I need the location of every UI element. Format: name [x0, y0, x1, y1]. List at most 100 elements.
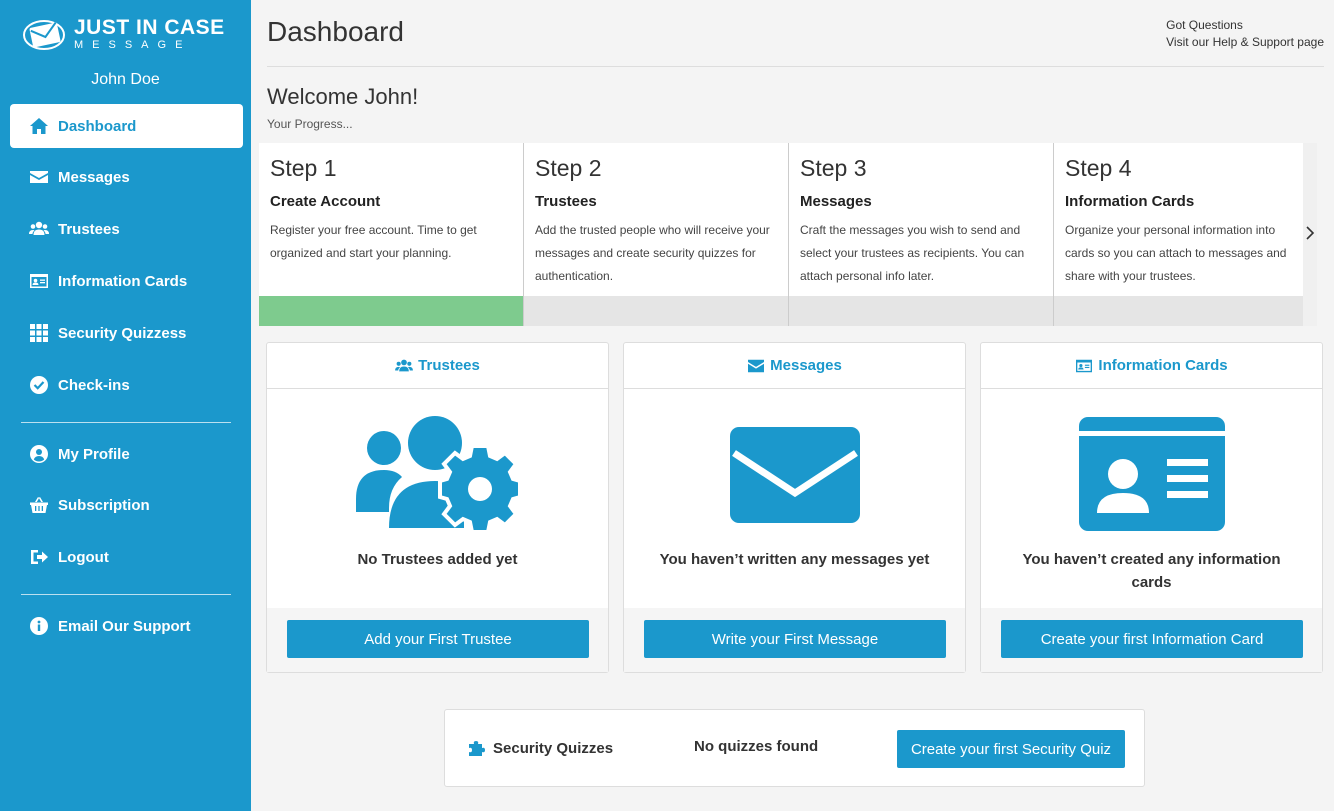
sidebar-item-label: Information Cards	[58, 272, 188, 290]
sidebar-item-subscription[interactable]: Subscription	[10, 483, 243, 527]
card-illustration	[624, 415, 965, 533]
card-illustration	[267, 415, 608, 533]
sidebar-divider	[21, 422, 231, 423]
home-icon	[28, 115, 50, 137]
envelope-large-icon	[729, 427, 860, 523]
sidebar-item-label: Logout	[58, 548, 109, 566]
sidebar-item-messages[interactable]: Messages	[10, 155, 243, 199]
envelope-icon	[28, 166, 50, 188]
card-title: Messages	[770, 357, 842, 374]
step-progress-bar	[259, 296, 523, 326]
step-title: Information Cards	[1065, 193, 1195, 210]
progress-steps: Step 1 Create Account Register your free…	[259, 143, 1317, 326]
empty-state-text: You haven’t created any information card…	[1022, 551, 1281, 591]
sidebar-item-logout[interactable]: Logout	[10, 535, 243, 579]
card-footer: Create your first Information Card	[981, 608, 1322, 672]
brand-logo[interactable]: JUST IN CASE MESSAGE	[22, 16, 225, 52]
step-number: Step 3	[800, 155, 867, 181]
step-progress-bar	[524, 296, 788, 326]
step-description: Register your free account. Time to get …	[270, 223, 477, 260]
step-card: Step 1 Create Account Register your free…	[259, 143, 524, 326]
step-description: Organize your personal information into …	[1065, 223, 1287, 283]
create-security-quiz-button[interactable]: Create your first Security Quiz	[897, 730, 1125, 768]
sidebar-item-information-cards[interactable]: Information Cards	[10, 259, 243, 303]
id-card-icon	[28, 270, 50, 292]
step-title: Trustees	[535, 193, 597, 210]
add-trustee-button[interactable]: Add your First Trustee	[287, 620, 589, 658]
user-circle-icon	[28, 443, 50, 465]
step-description: Add the trusted people who will receive …	[535, 223, 770, 283]
card-footer: Add your First Trustee	[267, 608, 608, 672]
sidebar-item-label: Check-ins	[58, 376, 130, 394]
sidebar-item-label: Security Quizzess	[58, 324, 187, 342]
sidebar-item-trustees[interactable]: Trustees	[10, 207, 243, 251]
envelope-icon	[748, 359, 765, 372]
id-card-large-icon	[1078, 417, 1225, 531]
step-progress-bar	[789, 296, 1053, 326]
progress-label: Your Progress...	[267, 117, 353, 131]
quiz-empty-text: No quizzes found	[694, 738, 819, 755]
step-title: Create Account	[270, 193, 381, 210]
users-icon	[28, 218, 50, 240]
header-divider	[267, 66, 1324, 67]
page-title: Dashboard	[267, 16, 404, 47]
card-title: Trustees	[418, 357, 480, 374]
chevron-right-icon	[1306, 226, 1315, 240]
sidebar-item-my-profile[interactable]: My Profile	[10, 432, 243, 476]
welcome-heading: Welcome John!	[267, 84, 419, 109]
logo-title: JUST IN CASE	[74, 16, 225, 39]
create-information-card-button[interactable]: Create your first Information Card	[1001, 620, 1303, 658]
sidebar-item-label: Trustees	[58, 220, 120, 238]
sidebar-item-label: Messages	[58, 168, 130, 186]
sidebar-item-label: Email Our Support	[58, 617, 191, 635]
card-title: Information Cards	[1098, 357, 1228, 374]
step-card: Step 3 Messages Craft the messages you w…	[789, 143, 1054, 326]
step-card: Step 2 Trustees Add the trusted people w…	[524, 143, 789, 326]
step-number: Step 1	[270, 155, 337, 181]
users-icon	[395, 359, 414, 371]
sidebar-item-label: My Profile	[58, 445, 130, 463]
sidebar-item-dashboard[interactable]: Dashboard	[10, 104, 243, 148]
sidebar-item-email-support[interactable]: Email Our Support	[10, 604, 243, 648]
help-support-link[interactable]: Visit our Help & Support page	[1166, 34, 1324, 51]
card-illustration	[981, 415, 1322, 533]
account-nav: My Profile Subscription Logout	[10, 432, 243, 579]
empty-state-text: No Trustees added yet	[357, 551, 518, 568]
sidebar: JUST IN CASE MESSAGE John Doe Dashboard …	[0, 0, 251, 811]
steps-scroll-next[interactable]	[1303, 143, 1317, 326]
sign-out-icon	[28, 546, 50, 568]
quiz-title: Security Quizzes	[467, 738, 613, 758]
help-links: Got Questions Visit our Help & Support p…	[1166, 17, 1324, 51]
step-description: Craft the messages you wish to send and …	[800, 223, 1025, 283]
check-circle-icon	[28, 374, 50, 396]
puzzle-icon	[469, 741, 485, 756]
help-question-text: Got Questions	[1166, 18, 1243, 32]
card-header: Trustees	[267, 343, 608, 389]
sidebar-divider	[21, 594, 231, 595]
empty-state-text: You haven’t written any messages yet	[659, 551, 930, 568]
security-quizzes-panel: Security Quizzes No quizzes found Create…	[444, 709, 1145, 787]
user-name: John Doe	[91, 71, 160, 88]
quiz-title-label: Security Quizzes	[493, 739, 614, 757]
support-nav: Email Our Support	[10, 604, 243, 648]
information-cards-card: Information Cards You haven’t created an…	[980, 342, 1323, 673]
sidebar-item-label: Dashboard	[58, 117, 137, 135]
users-gear-icon	[355, 416, 520, 533]
step-progress-bar	[1054, 296, 1303, 326]
step-card: Step 4 Information Cards Organize your p…	[1054, 143, 1303, 326]
basket-icon	[28, 494, 50, 516]
main-nav: Dashboard Messages Trustees Information …	[10, 104, 243, 407]
sidebar-item-security-quizzes[interactable]: Security Quizzess	[10, 311, 243, 355]
messages-card: Messages You haven’t written any message…	[623, 342, 966, 673]
card-footer: Write your First Message	[624, 608, 965, 672]
step-title: Messages	[800, 193, 872, 210]
sidebar-item-label: Subscription	[58, 496, 150, 514]
grid-icon	[28, 322, 50, 344]
sidebar-item-check-ins[interactable]: Check-ins	[10, 363, 243, 407]
step-number: Step 2	[535, 155, 602, 181]
card-header: Information Cards	[981, 343, 1322, 389]
info-circle-icon	[28, 615, 50, 637]
trustees-card: Trustees No Trustees added yet Add your …	[266, 342, 609, 673]
write-message-button[interactable]: Write your First Message	[644, 620, 946, 658]
logo-subtitle: MESSAGE	[74, 39, 192, 51]
